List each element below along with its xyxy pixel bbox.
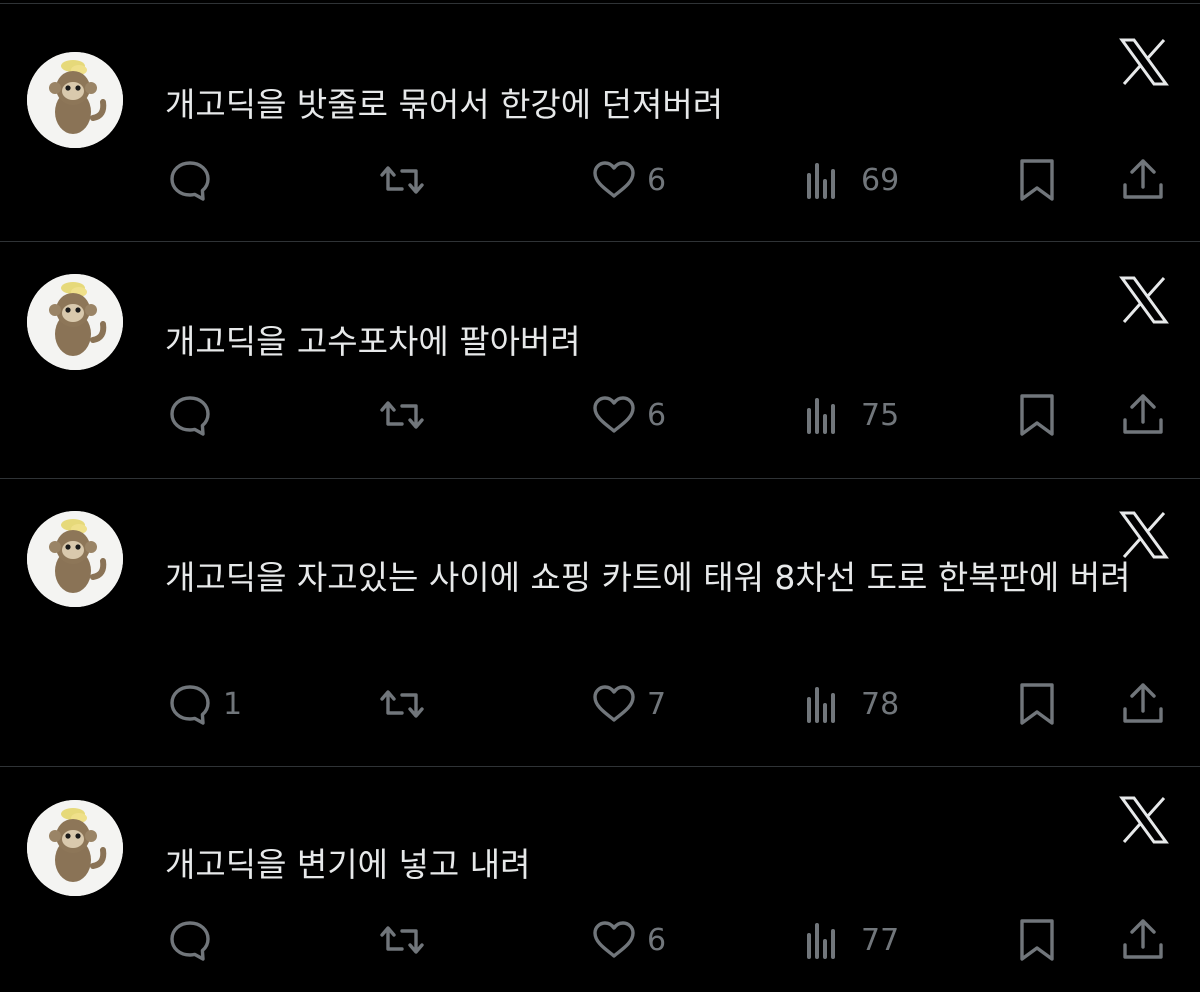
bookmark-icon bbox=[1020, 159, 1054, 201]
bookmark-button[interactable] bbox=[1012, 390, 1062, 440]
view-count: 69 bbox=[861, 162, 900, 198]
share-button[interactable] bbox=[1118, 679, 1168, 729]
repost-arrows-icon bbox=[380, 690, 424, 718]
avatar[interactable] bbox=[27, 511, 123, 607]
share-button[interactable] bbox=[1118, 390, 1168, 440]
like-button[interactable]: 6 bbox=[589, 155, 666, 205]
speech-bubble-icon bbox=[170, 396, 210, 436]
action-bar: 6 69 bbox=[0, 155, 1200, 205]
like-count: 6 bbox=[647, 397, 667, 433]
repost-button[interactable] bbox=[377, 155, 427, 205]
share-button[interactable] bbox=[1118, 915, 1168, 965]
post-item[interactable]: 개고딕을 자고있는 사이에 쇼핑 카트에 태워 8차선 도로 한복판에 버려 1… bbox=[0, 479, 1200, 767]
post-item[interactable]: 개고딕을 변기에 넣고 내려 6 77 bbox=[0, 767, 1200, 992]
heart-icon bbox=[593, 161, 635, 198]
avatar[interactable] bbox=[27, 800, 123, 896]
bar-chart-icon bbox=[807, 163, 835, 199]
action-bar: 1 7 78 bbox=[0, 679, 1200, 729]
repost-button[interactable] bbox=[377, 915, 427, 965]
views-button[interactable]: 77 bbox=[797, 915, 899, 965]
bookmark-button[interactable] bbox=[1012, 155, 1062, 205]
action-bar: 6 77 bbox=[0, 915, 1200, 965]
avatar[interactable] bbox=[27, 274, 123, 370]
speech-bubble-icon bbox=[170, 161, 210, 201]
like-button[interactable]: 6 bbox=[589, 390, 666, 440]
share-upload-icon bbox=[1123, 683, 1163, 723]
avatar[interactable] bbox=[27, 52, 123, 148]
bookmark-icon bbox=[1020, 919, 1054, 961]
share-upload-icon bbox=[1123, 394, 1163, 434]
bookmark-icon bbox=[1020, 394, 1054, 436]
share-button[interactable] bbox=[1118, 155, 1168, 205]
x-logo-icon bbox=[1119, 796, 1169, 844]
like-count: 7 bbox=[647, 686, 667, 722]
repost-arrows-icon bbox=[380, 926, 424, 954]
post-item[interactable]: 개고딕을 고수포차에 팔아버려 6 75 bbox=[0, 242, 1200, 479]
heart-icon bbox=[593, 921, 635, 958]
share-upload-icon bbox=[1123, 919, 1163, 959]
like-count: 6 bbox=[647, 922, 667, 958]
post-text: 개고딕을 자고있는 사이에 쇼핑 카트에 태워 8차선 도로 한복판에 버려 bbox=[165, 558, 1131, 597]
reply-button[interactable]: 1 bbox=[165, 679, 242, 729]
post-text: 개고딕을 밧줄로 묶어서 한강에 던져버려 bbox=[165, 85, 724, 124]
post-text: 개고딕을 변기에 넣고 내려 bbox=[165, 845, 531, 884]
bookmark-button[interactable] bbox=[1012, 679, 1062, 729]
bar-chart-icon bbox=[807, 398, 835, 434]
like-button[interactable]: 7 bbox=[589, 679, 666, 729]
like-button[interactable]: 6 bbox=[589, 915, 666, 965]
bar-chart-icon bbox=[807, 923, 835, 959]
views-button[interactable]: 78 bbox=[797, 679, 899, 729]
speech-bubble-icon bbox=[170, 685, 210, 725]
repost-button[interactable] bbox=[377, 390, 427, 440]
share-upload-icon bbox=[1123, 159, 1163, 199]
repost-button[interactable] bbox=[377, 679, 427, 729]
heart-icon bbox=[593, 685, 635, 722]
views-button[interactable]: 75 bbox=[797, 390, 899, 440]
speech-bubble-icon bbox=[170, 921, 210, 961]
repost-arrows-icon bbox=[380, 166, 424, 194]
view-count: 75 bbox=[861, 397, 900, 433]
reply-button[interactable] bbox=[165, 390, 223, 440]
reply-count: 1 bbox=[223, 686, 243, 722]
bookmark-icon bbox=[1020, 683, 1054, 725]
view-count: 77 bbox=[861, 922, 900, 958]
post-text: 개고딕을 고수포차에 팔아버려 bbox=[165, 322, 581, 361]
action-bar: 6 75 bbox=[0, 390, 1200, 440]
views-button[interactable]: 69 bbox=[797, 155, 899, 205]
post-item[interactable]: 개고딕을 밧줄로 묶어서 한강에 던져버려 6 69 bbox=[0, 4, 1200, 242]
bar-chart-icon bbox=[807, 687, 835, 723]
reply-button[interactable] bbox=[165, 155, 223, 205]
reply-button[interactable] bbox=[165, 915, 223, 965]
like-count: 6 bbox=[647, 162, 667, 198]
bookmark-button[interactable] bbox=[1012, 915, 1062, 965]
heart-icon bbox=[593, 396, 635, 433]
view-count: 78 bbox=[861, 686, 900, 722]
repost-arrows-icon bbox=[380, 401, 424, 429]
